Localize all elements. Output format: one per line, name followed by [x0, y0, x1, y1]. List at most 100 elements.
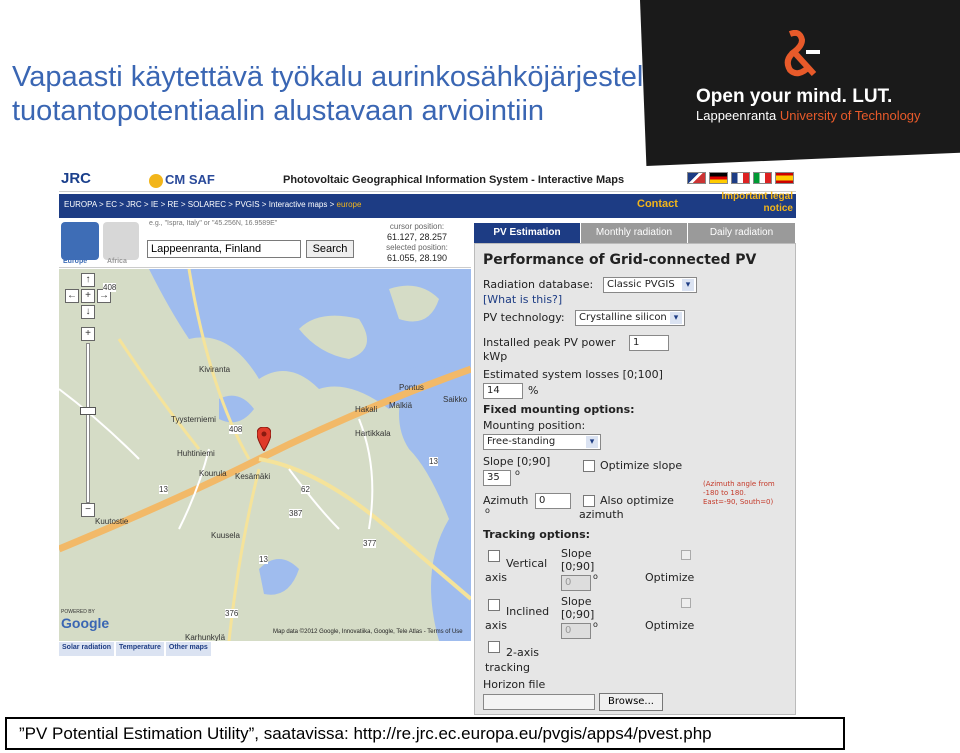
vertical-label: Vertical [506, 557, 548, 570]
tracking-heading: Tracking options: [483, 528, 591, 541]
browse-button[interactable]: Browse... [599, 693, 663, 711]
slope-input[interactable]: 35 [483, 470, 511, 486]
peak-power-unit: kWp [483, 350, 508, 363]
place-pontus: Pontus [399, 383, 424, 392]
contact-link[interactable]: Contact [637, 198, 678, 210]
what-is-this-link[interactable]: [What is this?] [483, 293, 562, 306]
map-attribution[interactable]: Map data ©2012 Google, Innovatiika, Goog… [273, 629, 463, 635]
crumb-solarec[interactable]: SOLAREC [188, 200, 226, 209]
horizon-file-input[interactable] [483, 694, 595, 710]
azimuth-degree: o [485, 506, 490, 515]
zoom-slider-handle[interactable] [80, 407, 96, 415]
pan-center-icon[interactable]: + [81, 289, 95, 303]
pan-left-icon[interactable]: ← [65, 289, 79, 303]
tab-monthly-radiation[interactable]: Monthly radiation [581, 223, 688, 243]
peak-power-label: Installed peak PV power [483, 336, 616, 349]
google-logo[interactable]: Google [61, 615, 109, 631]
two-axis-checkbox[interactable] [488, 641, 500, 653]
inclined-optimize-checkbox[interactable] [681, 598, 691, 608]
flag-it-icon[interactable] [753, 172, 772, 184]
horizon-file-label: Horizon file [483, 678, 546, 691]
vertical-slope-input[interactable]: 0 [561, 575, 591, 591]
also-optimize-checkbox[interactable] [583, 495, 595, 507]
pan-down-icon[interactable]: ↓ [81, 305, 95, 319]
zoom-in-icon[interactable]: + [81, 327, 95, 341]
optimize-slope-checkbox[interactable] [583, 460, 595, 472]
radiation-db-select[interactable]: Classic PVGIS [603, 277, 697, 293]
losses-input[interactable]: 14 [483, 383, 523, 399]
place-kourula: Kourula [199, 469, 227, 478]
pan-up-icon[interactable]: ↑ [81, 273, 95, 287]
map-graphic [59, 269, 471, 641]
inclined-slope-range: [0;90] [561, 608, 595, 621]
pv-estimation-panel: PV Estimation Monthly radiation Daily ra… [474, 223, 796, 715]
flag-uk-icon[interactable] [687, 172, 706, 184]
selected-position-value: 61.055, 28.190 [386, 253, 448, 263]
map-marker-icon[interactable] [257, 427, 271, 451]
search-button[interactable]: Search [306, 240, 354, 258]
zoom-control[interactable]: ↑ ← + → ↓ + − [65, 273, 111, 517]
tab-pv-estimation[interactable]: PV Estimation [474, 223, 581, 243]
africa-label[interactable]: Africa [107, 258, 127, 265]
crumb-europa[interactable]: EUROPA [64, 200, 97, 209]
azimuth-note-line3: East=-90, South=0) [703, 498, 774, 506]
place-huhtiniemi: Huhtiniemi [177, 449, 215, 458]
inclined-optimize-label: Optimize [645, 619, 695, 632]
panel-body: Performance of Grid-connected PV Radiati… [474, 243, 796, 715]
inclined-slope-input[interactable]: 0 [561, 623, 591, 639]
flag-es-icon[interactable] [775, 172, 794, 184]
tab-daily-radiation[interactable]: Daily radiation [688, 223, 796, 243]
inclined-axis-checkbox[interactable] [488, 599, 500, 611]
slope-degree: o [515, 468, 520, 477]
flag-fr-icon[interactable] [731, 172, 750, 184]
place-hakali: Hakali [355, 405, 378, 414]
sun-icon [149, 173, 163, 188]
crumb-jrc[interactable]: JRC [126, 200, 142, 209]
road-13-b: 13 [429, 457, 438, 466]
crumb-ie[interactable]: IE [151, 200, 159, 209]
tab-other-maps[interactable]: Other maps [165, 642, 211, 656]
lut-uni: University of Technology [779, 108, 921, 123]
crumb-interactive-maps[interactable]: Interactive maps [269, 200, 328, 209]
jrc-logo: JRC [61, 170, 91, 187]
place-malkia: Malkiä [389, 401, 413, 410]
crumb-ec[interactable]: EC [106, 200, 117, 209]
inclined-label: Inclined [506, 605, 550, 618]
vertical-axis-checkbox[interactable] [488, 550, 500, 562]
slope-label: Slope [0;90] [483, 455, 551, 468]
road-62: 62 [301, 485, 310, 494]
radiation-db-label: Radiation database: [483, 278, 594, 291]
crumb-pvgis[interactable]: PVGIS [235, 200, 259, 209]
europe-label[interactable]: Europe [63, 258, 87, 265]
lut-logo-panel [640, 0, 960, 166]
crumb-current: europe [336, 200, 362, 209]
pv-tech-select[interactable]: Crystalline silicon [575, 310, 685, 326]
africa-map-icon[interactable] [103, 222, 139, 260]
lut-tagline: Open your mind. LUT. [696, 86, 893, 107]
position-readout: cursor position: 61.127, 28.257 selected… [377, 222, 457, 264]
zoom-slider-track[interactable] [86, 343, 90, 503]
vertical-optimize-checkbox[interactable] [681, 550, 691, 560]
losses-label: Estimated system losses [0;100] [483, 368, 663, 381]
europe-map-icon[interactable] [61, 222, 99, 260]
road-408-a: 408 [103, 283, 117, 292]
road-377: 377 [363, 539, 377, 548]
map-canvas[interactable]: ↑ ← + → ↓ + − Kiviranta Tyysterniemi Huh… [59, 269, 471, 641]
mounting-select[interactable]: Free-standing [483, 434, 601, 450]
peak-power-input[interactable]: 1 [629, 335, 669, 351]
location-search-input[interactable] [147, 240, 301, 258]
cmsaf-text: CM SAF [165, 172, 215, 187]
tab-solar-radiation[interactable]: Solar radiation [59, 642, 115, 656]
azimuth-input[interactable]: 0 [535, 493, 571, 509]
zoom-out-icon[interactable]: − [81, 503, 95, 517]
slide-title-line1: Vapaasti käytettävä työkalu aurinkosähkö… [12, 61, 700, 93]
flag-de-icon[interactable] [709, 172, 728, 184]
place-tyysterniemi: Tyysterniemi [171, 415, 216, 424]
mounting-label: Mounting position: [483, 419, 586, 432]
legal-notice-link[interactable]: Important legal notice [709, 191, 793, 215]
crumb-re[interactable]: RE [168, 200, 179, 209]
selected-position-label: selected position: [386, 243, 448, 252]
legal-line1: Important legal [721, 191, 793, 202]
tab-temperature[interactable]: Temperature [116, 642, 164, 656]
inclined-slope-degree: o [593, 620, 598, 629]
